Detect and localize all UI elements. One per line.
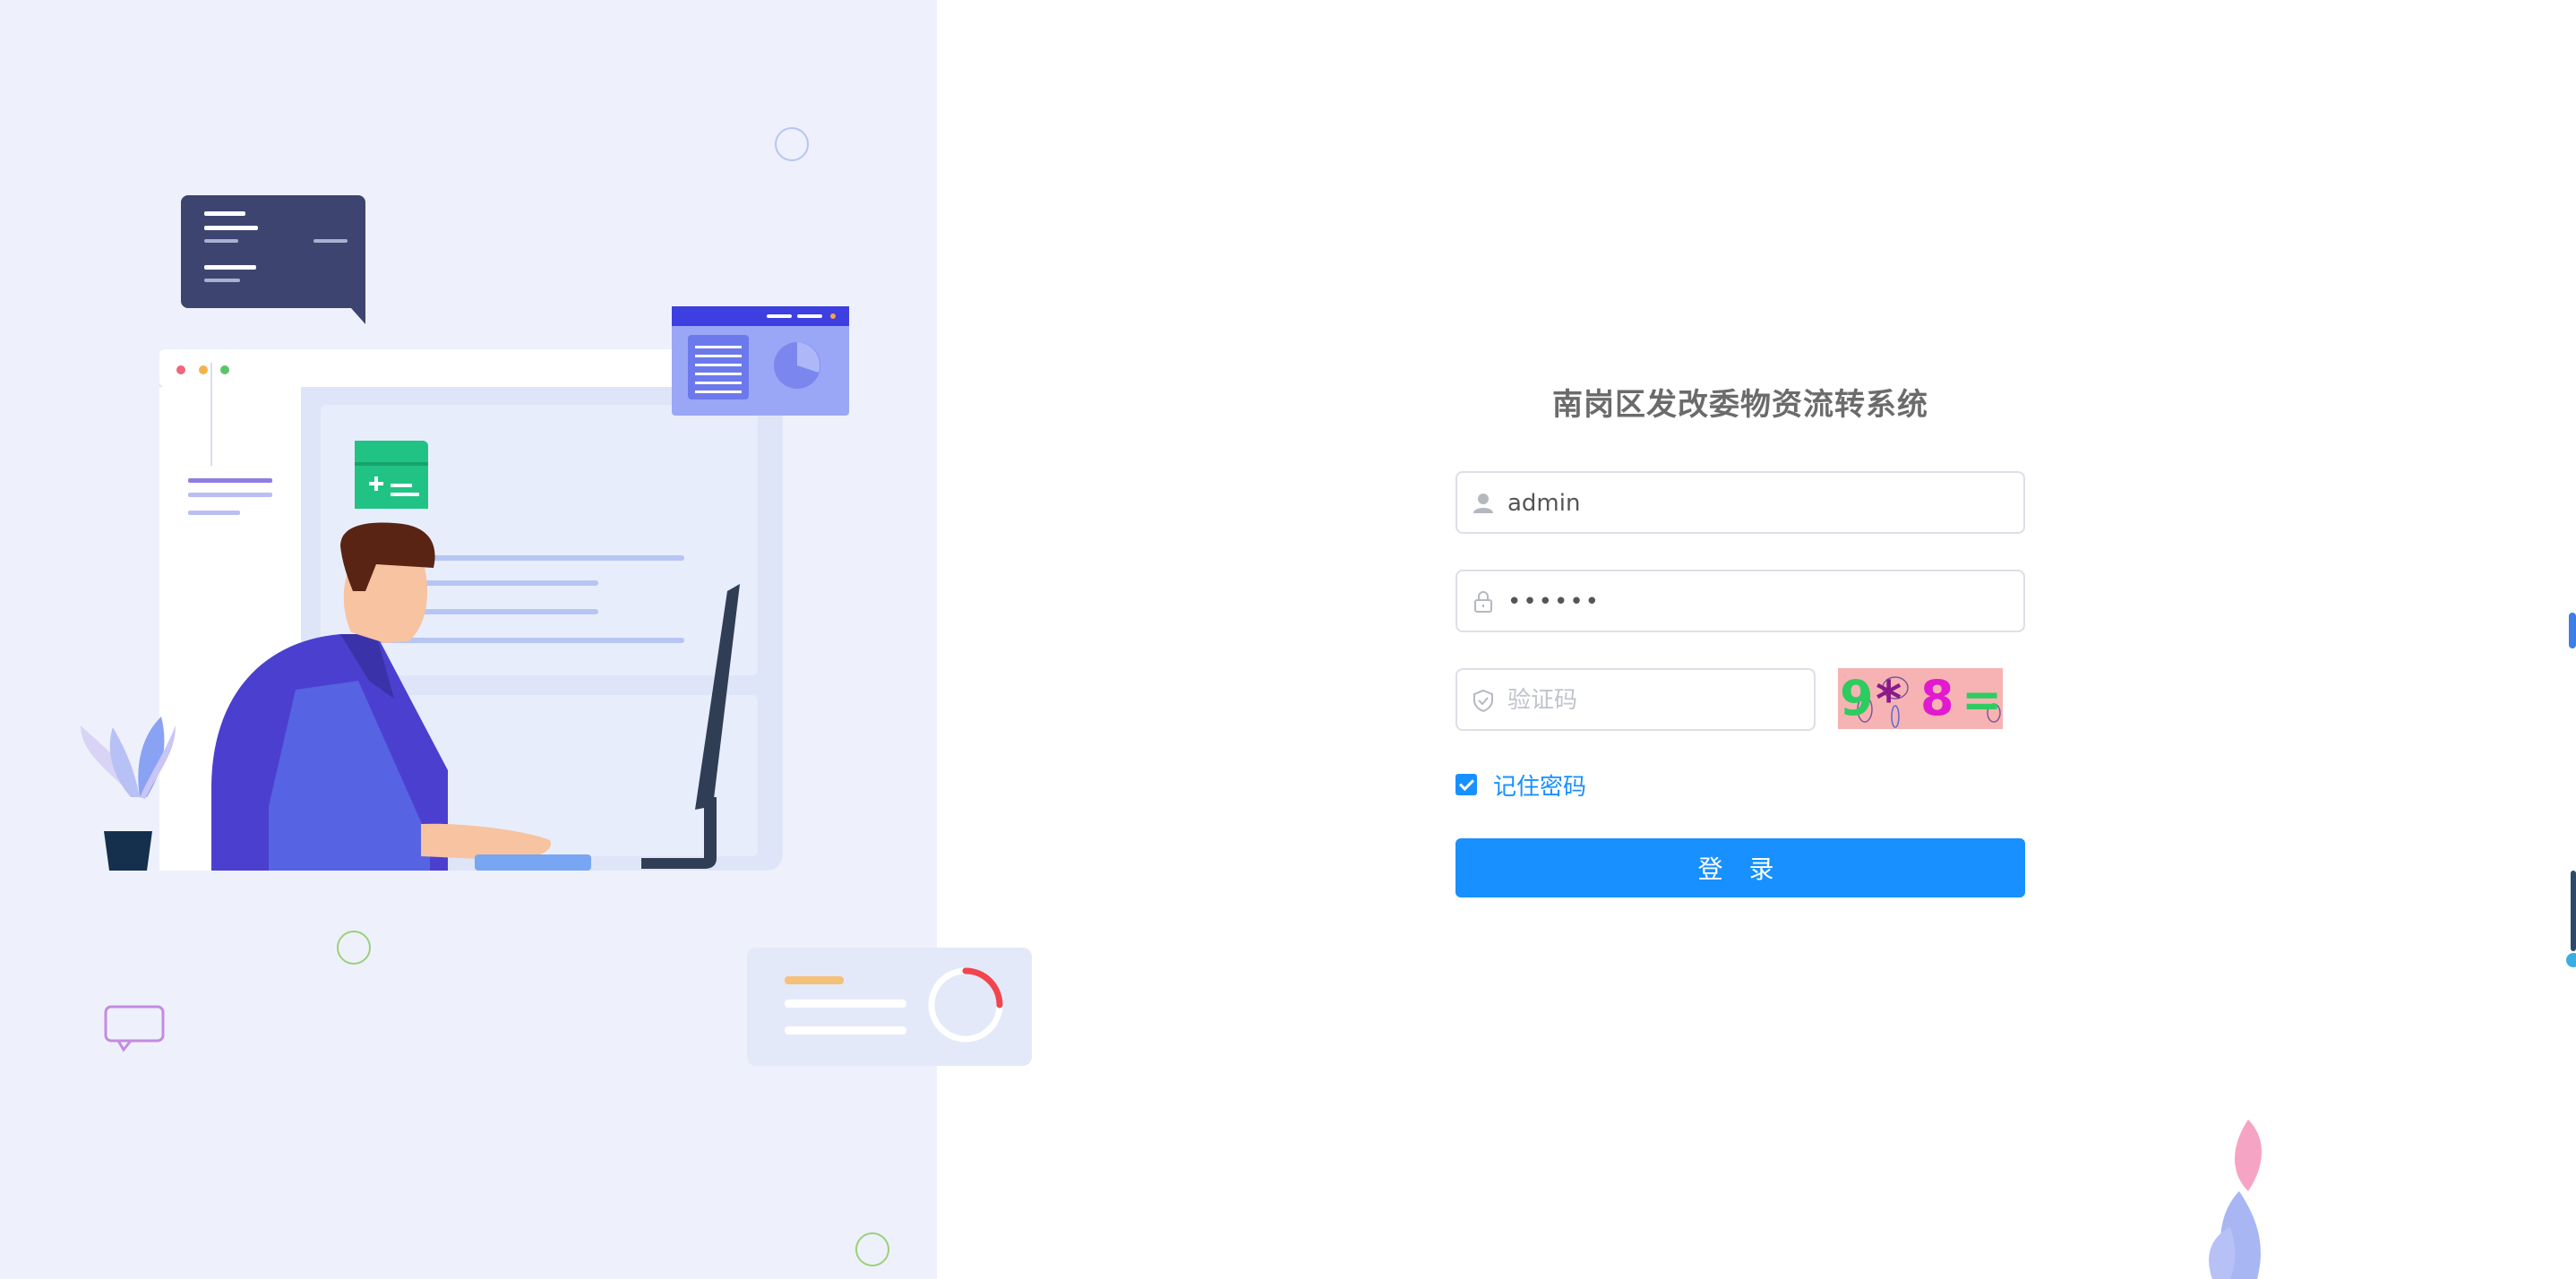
svg-text:9: 9 — [1840, 670, 1874, 726]
password-input[interactable] — [1506, 571, 2011, 632]
captcha-noise: 9 * 8 = — [1840, 670, 2002, 729]
svg-text:*: * — [1876, 671, 1902, 729]
username-input[interactable] — [1506, 473, 2011, 534]
login-form: 南岗区发改委物资流转系统 9 * 8 = — [1455, 376, 2025, 897]
captcha-field[interactable] — [1455, 668, 1816, 731]
username-field[interactable] — [1455, 471, 2025, 534]
illustration-panel — [0, 0, 937, 1279]
lock-icon — [1474, 591, 1492, 613]
remember-password[interactable]: 记住密码 — [1455, 768, 1586, 801]
svg-text:=: = — [1962, 672, 2002, 728]
captcha-image[interactable]: 9 * 8 = — [1838, 668, 2003, 729]
login-title: 南岗区发改委物资流转系统 — [1552, 387, 1928, 423]
person-at-computer-illustration — [81, 127, 889, 1266]
progress-ring-illustration — [785, 967, 1003, 1043]
floating-progress-card — [747, 948, 1032, 1066]
remember-checkbox[interactable] — [1455, 774, 1477, 795]
svg-text:8: 8 — [1920, 670, 1954, 726]
user-icon — [1473, 494, 1493, 513]
feather-decoration — [2209, 1120, 2262, 1279]
password-field[interactable] — [1455, 570, 2025, 632]
shield-check-icon — [1473, 689, 1493, 713]
remember-label[interactable]: 记住密码 — [1493, 768, 1586, 802]
edge-decoration — [2566, 613, 2576, 967]
login-button[interactable]: 登 录 — [1455, 838, 2025, 897]
captcha-input[interactable] — [1506, 670, 1805, 731]
